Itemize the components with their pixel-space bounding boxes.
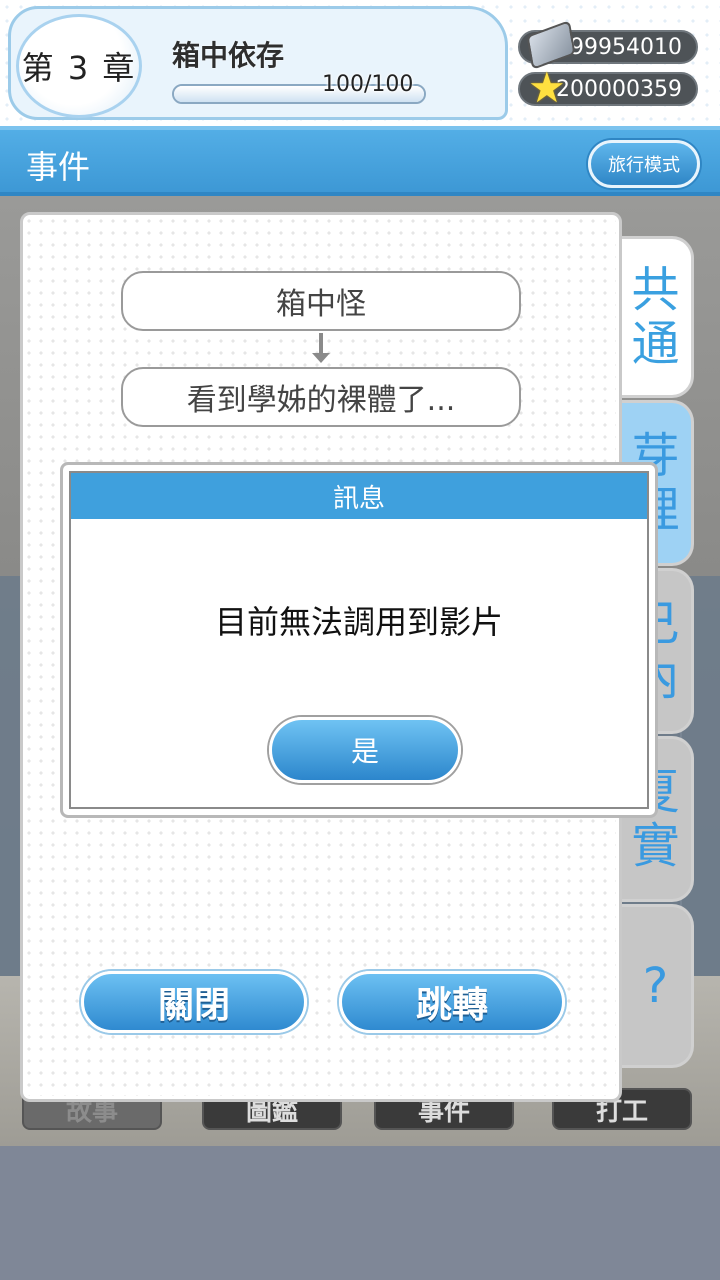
- section-bar: 事件 旅行模式: [0, 126, 720, 196]
- message-dialog: 訊息 目前無法調用到影片 是: [60, 462, 658, 818]
- stage-title: 箱中依存: [172, 39, 285, 72]
- section-title: 事件: [26, 148, 91, 186]
- jump-button[interactable]: 跳轉: [339, 971, 565, 1033]
- tab-unknown[interactable]: ?: [620, 904, 694, 1068]
- top-header: 第 3 章 箱中依存 100/100 99954010 200000359 ★: [0, 0, 720, 126]
- message-dialog-body: 訊息 目前無法調用到影片 是: [69, 471, 649, 809]
- flow-arrow-down-icon: [312, 353, 330, 363]
- bottom-area: [0, 1146, 720, 1280]
- dialog-title: 訊息: [71, 473, 647, 519]
- tab-common[interactable]: 共 通: [620, 236, 694, 398]
- event-node-2[interactable]: 看到學姊的裸體了...: [121, 367, 521, 427]
- progress-text: 100/100: [322, 72, 414, 97]
- event-node-1[interactable]: 箱中怪: [121, 271, 521, 331]
- tab-unknown-label: ?: [642, 958, 669, 1014]
- chapter-badge: 第 3 章: [16, 14, 142, 118]
- star-count: 200000359: [556, 76, 682, 102]
- close-button[interactable]: 關閉: [81, 971, 307, 1033]
- gem-count: 99954010: [570, 34, 682, 60]
- tab-common-label: 共 通: [631, 262, 680, 372]
- dialog-ok-button[interactable]: 是: [269, 717, 461, 783]
- dialog-message: 目前無法調用到影片: [214, 603, 503, 641]
- travel-mode-button[interactable]: 旅行模式: [588, 140, 700, 188]
- star-icon: ★: [528, 63, 566, 112]
